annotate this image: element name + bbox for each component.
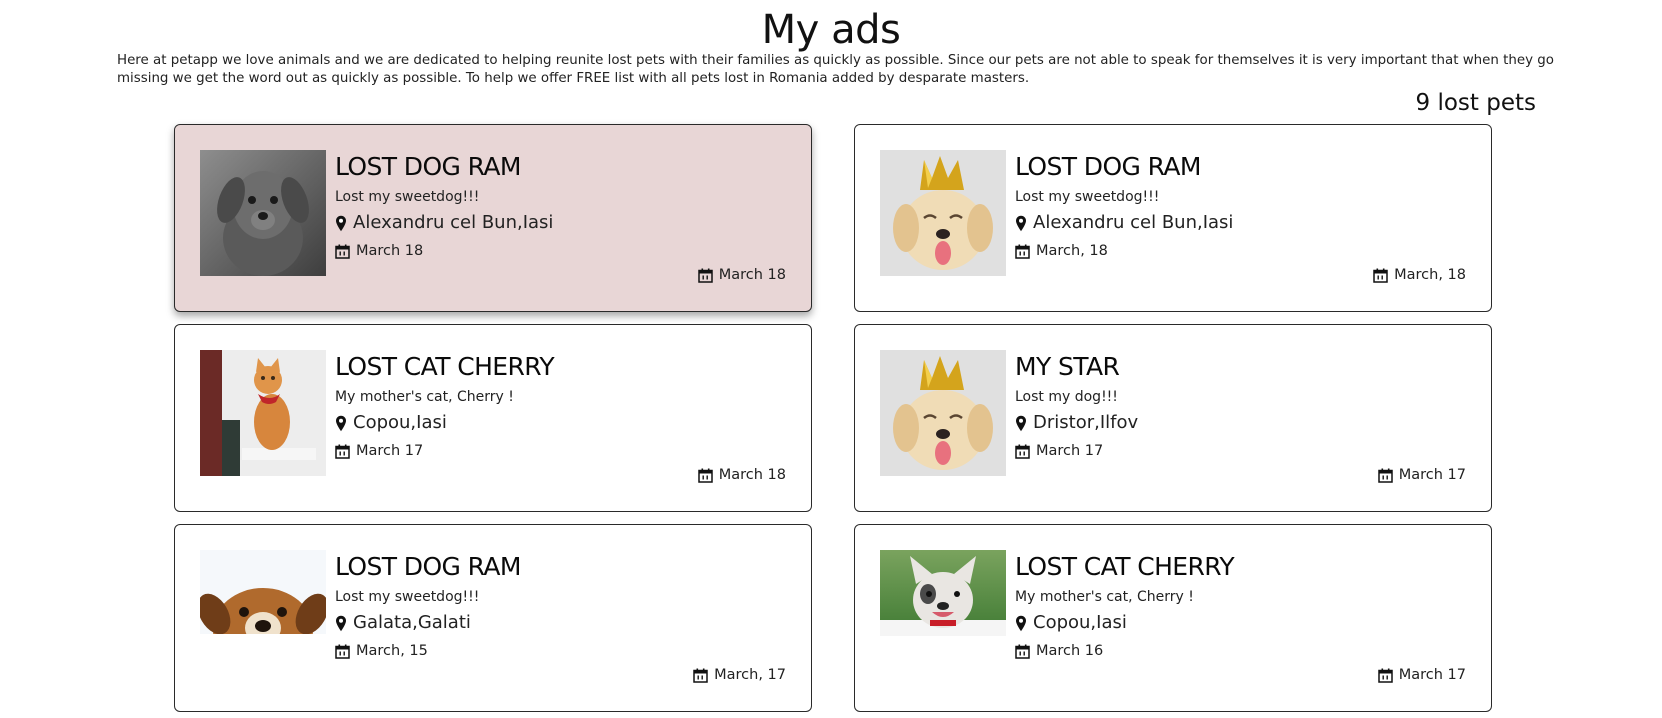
ad-location-text: Copou,Iasi bbox=[353, 412, 447, 433]
ad-posted-date-text: March, 17 bbox=[714, 667, 786, 683]
ad-location: Copou,Iasi bbox=[1015, 612, 1471, 634]
calendar-icon bbox=[335, 444, 350, 459]
ad-location: Alexandru cel Bun,Iasi bbox=[1015, 212, 1471, 234]
ad-info: LOST DOG RAM Lost my sweetdog!!! Alexand… bbox=[335, 150, 791, 260]
page: My ads Here at petapp we love animals an… bbox=[0, 0, 1662, 718]
ad-title: LOST DOG RAM bbox=[1015, 152, 1201, 181]
ad-card-4[interactable]: MY STAR Lost my dog!!! Dristor,Ilfov Mar… bbox=[854, 324, 1492, 512]
ad-posted-date: March 18 bbox=[697, 466, 786, 484]
ad-posted-date: March, 17 bbox=[693, 666, 786, 684]
ad-posted-date-text: March 18 bbox=[718, 467, 786, 483]
ad-lost-date: March 17 bbox=[335, 442, 791, 460]
ad-location: Copou,Iasi bbox=[335, 412, 791, 434]
ad-posted-date: March 17 bbox=[1377, 666, 1466, 684]
ad-card-2[interactable]: LOST DOG RAM Lost my sweetdog!!! Alexand… bbox=[854, 124, 1492, 312]
ad-title: LOST CAT CHERRY bbox=[1015, 552, 1235, 581]
map-pin-icon bbox=[335, 215, 347, 232]
calendar-icon bbox=[697, 268, 713, 283]
ad-title: LOST DOG RAM bbox=[335, 152, 521, 181]
ad-card-3[interactable]: LOST CAT CHERRY My mother's cat, Cherry … bbox=[174, 324, 812, 512]
orange-cat-photo bbox=[200, 350, 326, 476]
ad-lost-date: March 17 bbox=[1015, 442, 1471, 460]
ad-location-text: Alexandru cel Bun,Iasi bbox=[353, 212, 554, 233]
ad-title: LOST CAT CHERRY bbox=[335, 352, 555, 381]
ad-posted-date-text: March, 18 bbox=[1394, 267, 1466, 283]
map-pin-icon bbox=[1015, 215, 1027, 232]
ad-info: LOST DOG RAM Lost my sweetdog!!! Alexand… bbox=[1015, 150, 1471, 260]
ad-description: My mother's cat, Cherry ! bbox=[335, 389, 514, 405]
ad-lost-date: March 16 bbox=[1015, 642, 1471, 660]
ad-location: Alexandru cel Bun,Iasi bbox=[335, 212, 791, 234]
ad-lost-date-text: March 16 bbox=[1036, 643, 1104, 659]
calendar-icon bbox=[335, 244, 350, 259]
ad-info: LOST CAT CHERRY My mother's cat, Cherry … bbox=[1015, 550, 1471, 660]
ad-lost-date: March 18 bbox=[335, 242, 791, 260]
ad-description: Lost my sweetdog!!! bbox=[1015, 189, 1160, 205]
ad-location-text: Copou,Iasi bbox=[1033, 612, 1127, 633]
calendar-icon bbox=[693, 668, 708, 683]
calendar-icon bbox=[1373, 268, 1388, 283]
map-pin-icon bbox=[1015, 615, 1027, 632]
ad-lost-date-text: March, 18 bbox=[1036, 243, 1108, 259]
calendar-icon bbox=[697, 468, 713, 483]
map-pin-icon bbox=[1015, 415, 1027, 432]
ad-card-5[interactable]: LOST DOG RAM Lost my sweetdog!!! Galata,… bbox=[174, 524, 812, 712]
ad-posted-date: March 17 bbox=[1377, 466, 1466, 484]
ad-info: MY STAR Lost my dog!!! Dristor,Ilfov Mar… bbox=[1015, 350, 1471, 460]
ad-lost-date: March, 15 bbox=[335, 642, 791, 660]
golden-puppy-crown-photo bbox=[880, 350, 1006, 476]
ad-card-1[interactable]: LOST DOG RAM Lost my sweetdog!!! Alexand… bbox=[174, 124, 812, 312]
ad-description: Lost my sweetdog!!! bbox=[335, 589, 480, 605]
ad-lost-date-text: March 18 bbox=[356, 243, 424, 259]
ad-description: Lost my dog!!! bbox=[1015, 389, 1118, 405]
ad-info: LOST CAT CHERRY My mother's cat, Cherry … bbox=[335, 350, 791, 460]
ad-location-text: Dristor,Ilfov bbox=[1033, 412, 1139, 433]
ad-description: My mother's cat, Cherry ! bbox=[1015, 589, 1194, 605]
calendar-icon bbox=[1377, 468, 1393, 483]
map-pin-icon bbox=[335, 415, 347, 432]
ad-lost-date-text: March, 15 bbox=[356, 643, 428, 659]
lost-pets-count: 9 lost pets bbox=[1415, 90, 1536, 116]
ad-info: LOST DOG RAM Lost my sweetdog!!! Galata,… bbox=[335, 550, 791, 660]
brown-dog-peeking-photo bbox=[200, 550, 326, 634]
grey-puppy-photo bbox=[200, 150, 326, 276]
ad-posted-date: March, 18 bbox=[1373, 266, 1466, 284]
intro-text: Here at petapp we love animals and we ar… bbox=[117, 53, 1554, 86]
calendar-icon bbox=[1015, 644, 1030, 659]
page-title: My ads bbox=[761, 7, 901, 53]
ad-description: Lost my sweetdog!!! bbox=[335, 189, 480, 205]
ad-location-text: Alexandru cel Bun,Iasi bbox=[1033, 212, 1234, 233]
ad-location: Galata,Galati bbox=[335, 612, 791, 634]
ad-lost-date-text: March 17 bbox=[1036, 443, 1104, 459]
ad-lost-date-text: March 17 bbox=[356, 443, 424, 459]
ad-posted-date-text: March 18 bbox=[718, 267, 786, 283]
ad-posted-date-text: March 17 bbox=[1398, 667, 1466, 683]
ad-card-6[interactable]: LOST CAT CHERRY My mother's cat, Cherry … bbox=[854, 524, 1492, 712]
ad-location-text: Galata,Galati bbox=[353, 612, 471, 633]
ad-posted-date: March 18 bbox=[697, 266, 786, 284]
ad-title: MY STAR bbox=[1015, 352, 1120, 381]
calendar-icon bbox=[1015, 444, 1030, 459]
ad-lost-date: March, 18 bbox=[1015, 242, 1471, 260]
ad-title: LOST DOG RAM bbox=[335, 552, 521, 581]
calendar-icon bbox=[1377, 668, 1393, 683]
ad-location: Dristor,Ilfov bbox=[1015, 412, 1471, 434]
french-bulldog-photo bbox=[880, 550, 1006, 636]
ad-posted-date-text: March 17 bbox=[1398, 467, 1466, 483]
calendar-icon bbox=[335, 644, 350, 659]
ads-grid: LOST DOG RAM Lost my sweetdog!!! Alexand… bbox=[174, 124, 1492, 712]
calendar-icon bbox=[1015, 244, 1030, 259]
map-pin-icon bbox=[335, 615, 347, 632]
golden-puppy-crown-photo bbox=[880, 150, 1006, 276]
